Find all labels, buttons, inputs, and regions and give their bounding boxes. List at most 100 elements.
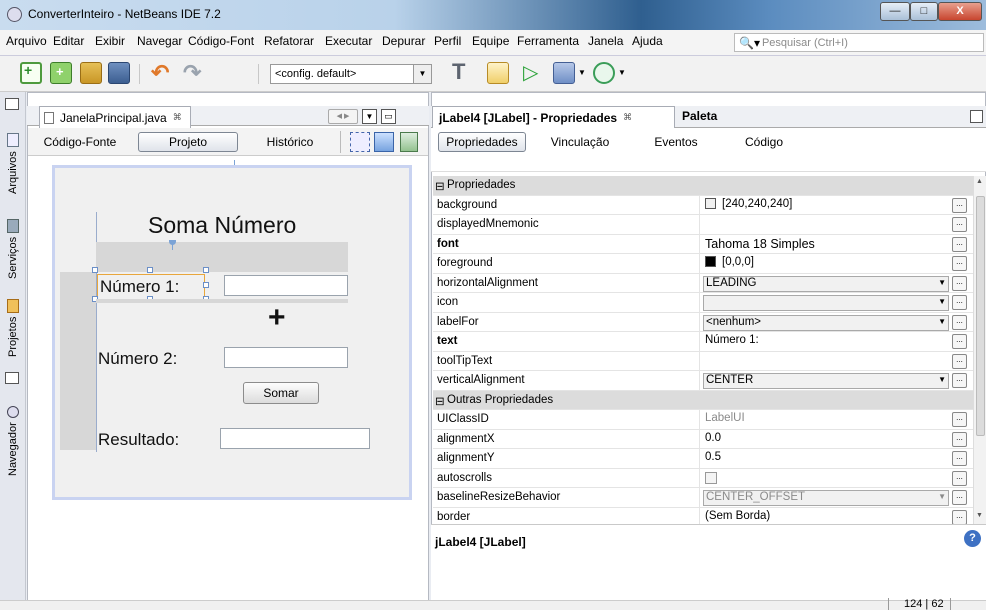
ellipsis-button[interactable]: ... <box>952 236 967 252</box>
property-value[interactable]: CENTER_OFFSET ▼ <box>703 490 949 506</box>
menu-navegar[interactable]: Navegar <box>137 34 182 48</box>
property-row[interactable]: autoscrolls... <box>433 468 973 488</box>
ellipsis-button[interactable]: ... <box>952 470 967 486</box>
numero2-field[interactable] <box>224 347 348 368</box>
menu-arquivo[interactable]: Arquivo <box>6 34 47 48</box>
chevron-down-icon[interactable]: ▼ <box>578 68 586 77</box>
resize-handle[interactable] <box>92 267 98 273</box>
redo-icon[interactable]: ↷ <box>183 62 205 84</box>
property-row[interactable]: background [240,240,240]... <box>433 195 973 215</box>
minimize-panel-icon[interactable] <box>970 110 983 123</box>
property-value[interactable] <box>703 217 949 233</box>
property-value[interactable]: 0.0 <box>703 432 949 448</box>
subtab-codigo[interactable]: Código <box>734 132 794 152</box>
scroll-thumb[interactable] <box>976 196 985 436</box>
property-row[interactable]: text Número 1:... <box>433 332 973 352</box>
form-title-label[interactable]: Soma Número <box>148 212 296 239</box>
ellipsis-button[interactable]: ... <box>952 256 967 271</box>
ellipsis-button[interactable]: ... <box>952 197 967 213</box>
ellipsis-button[interactable]: ... <box>952 275 967 291</box>
ellipsis-button[interactable]: ... <box>952 334 967 349</box>
run-icon[interactable]: ▷ <box>523 62 545 84</box>
property-row[interactable]: toolTipText... <box>433 351 973 371</box>
property-row[interactable]: font Tahoma 18 Simples... <box>433 234 973 254</box>
property-row[interactable]: alignmentX 0.0... <box>433 429 973 449</box>
property-value[interactable]: 0.5 <box>703 451 949 467</box>
menu-editar[interactable]: Editar <box>53 34 84 48</box>
property-value[interactable]: Número 1: <box>703 334 949 350</box>
property-scrollbar[interactable]: ▲ ▼ <box>973 176 986 524</box>
menu-executar[interactable]: Executar <box>325 34 372 48</box>
undo-icon[interactable]: ↶ <box>151 62 173 84</box>
open-project-icon[interactable] <box>80 62 102 84</box>
chevron-down-icon[interactable]: ▼ <box>618 68 626 77</box>
tab-list-icon[interactable]: ▼ <box>362 109 377 124</box>
resize-handle[interactable] <box>203 267 209 273</box>
subtab-eventos[interactable]: Eventos <box>646 132 706 152</box>
tab-servicos[interactable]: Serviços <box>2 205 24 279</box>
property-value[interactable]: [240,240,240] <box>703 197 949 214</box>
chevron-down-icon[interactable]: ▼ <box>938 492 946 501</box>
property-category-row[interactable]: ⊟ Propriedades <box>433 176 973 196</box>
help-icon[interactable]: ? <box>964 530 981 547</box>
chevron-down-icon[interactable]: ▼ <box>938 278 946 287</box>
somar-button[interactable]: Somar <box>243 382 319 404</box>
tab-projeto[interactable]: Projeto <box>138 132 238 152</box>
ellipsis-button[interactable]: ... <box>952 490 967 505</box>
config-select[interactable]: <config. default> <box>270 64 414 84</box>
subtab-vinculacao[interactable]: Vinculação <box>540 132 620 152</box>
property-row[interactable]: baselineResizeBehavior CENTER_OFFSET ▼... <box>433 488 973 508</box>
new-file-icon[interactable]: + <box>20 62 42 84</box>
menu-janela[interactable]: Janela <box>588 34 623 48</box>
property-row[interactable]: border (Sem Borda)... <box>433 507 973 524</box>
property-row[interactable]: alignmentY 0.5... <box>433 449 973 469</box>
property-row[interactable]: labelFor <nenhum> ▼... <box>433 312 973 332</box>
new-project-icon[interactable]: + <box>50 62 72 84</box>
ellipsis-button[interactable]: ... <box>952 353 967 369</box>
checkbox[interactable] <box>705 471 717 484</box>
profile-icon[interactable] <box>593 62 615 84</box>
ellipsis-button[interactable]: ... <box>952 295 967 310</box>
property-row[interactable]: foreground [0,0,0]... <box>433 254 973 274</box>
maximize-editor-icon[interactable]: ▭ <box>381 109 396 124</box>
tab-close-icon[interactable]: ⌘ <box>173 112 182 123</box>
menu-perfil[interactable]: Perfil <box>434 34 461 48</box>
resize-handle[interactable] <box>147 267 153 273</box>
search-input[interactable]: 🔍▾ Pesquisar (Ctrl+I) <box>734 33 984 52</box>
debug-icon[interactable] <box>553 62 575 84</box>
preview-design-icon[interactable] <box>400 132 418 152</box>
menu-ajuda[interactable]: Ajuda <box>632 34 663 48</box>
chevron-down-icon[interactable]: ▼ <box>938 375 946 384</box>
build-hammer-icon[interactable]: T <box>452 61 474 84</box>
numero2-label[interactable]: Número 2: <box>98 349 177 369</box>
property-row[interactable]: icon ▼... <box>433 293 973 313</box>
property-value[interactable]: LabelUI <box>703 412 949 428</box>
ellipsis-button[interactable]: ... <box>952 314 967 330</box>
chevron-down-icon[interactable]: ▼ <box>414 64 432 84</box>
close-button[interactable]: X <box>938 2 982 21</box>
restore-window-icon[interactable] <box>5 98 19 110</box>
ellipsis-button[interactable]: ... <box>952 509 967 524</box>
property-row[interactable]: verticalAlignment CENTER ▼... <box>433 371 973 391</box>
minimize-button[interactable]: — <box>880 2 910 21</box>
tab-historico[interactable]: Histórico <box>252 132 328 152</box>
tab-arquivos[interactable]: Arquivos <box>2 120 24 194</box>
ellipsis-button[interactable]: ... <box>952 412 967 427</box>
resultado-field[interactable] <box>220 428 370 449</box>
ellipsis-button[interactable]: ... <box>952 217 967 232</box>
menu-refatorar[interactable]: Refatorar <box>264 34 314 48</box>
resultado-label[interactable]: Resultado: <box>98 430 179 450</box>
tab-close-icon[interactable]: ⌘ <box>623 112 632 123</box>
scroll-down-icon[interactable]: ▼ <box>976 512 983 519</box>
collapse-toggle-icon[interactable]: ⊟ <box>435 179 445 193</box>
tab-navegador[interactable]: Navegador <box>2 392 24 476</box>
property-row[interactable]: horizontalAlignment LEADING ▼... <box>433 273 973 293</box>
property-value[interactable] <box>703 354 949 370</box>
numero1-field[interactable] <box>224 275 348 296</box>
property-value[interactable]: [0,0,0] <box>703 256 949 272</box>
ellipsis-button[interactable]: ... <box>952 373 967 388</box>
menu-ferramenta[interactable]: Ferramenta <box>517 34 579 48</box>
tab-paleta[interactable]: Paleta <box>682 109 717 123</box>
property-value[interactable]: CENTER ▼ <box>703 373 949 389</box>
tab-codigo-fonte[interactable]: Código-Fonte <box>34 132 126 152</box>
